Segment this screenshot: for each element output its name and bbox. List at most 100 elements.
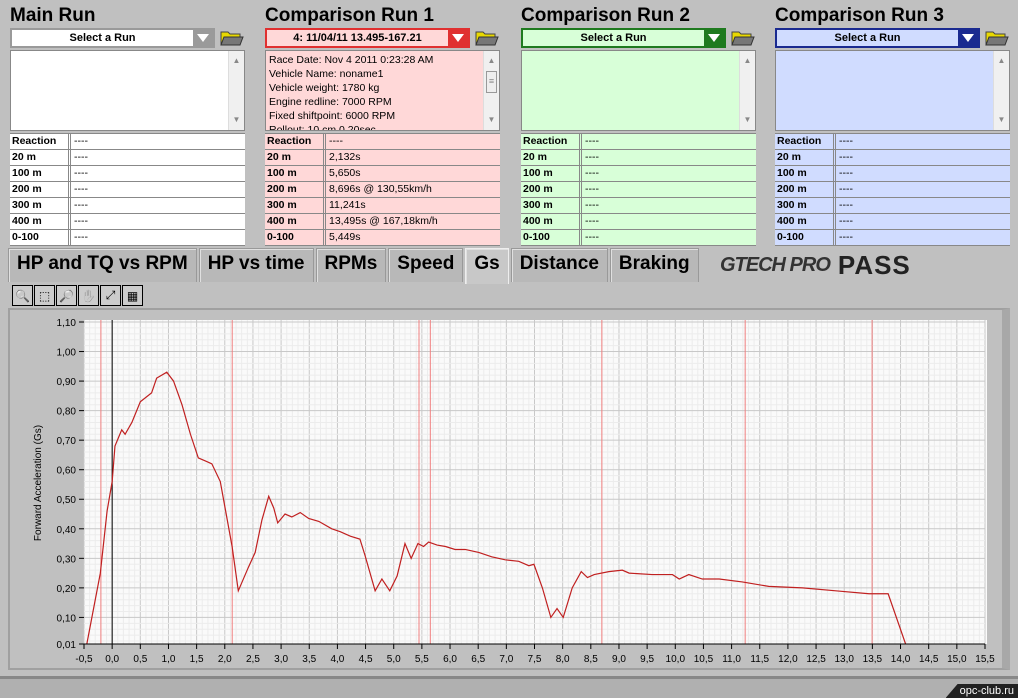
- y-tick-label: 0,50: [57, 495, 77, 506]
- run-select-dropdown[interactable]: 4: 11/04/11 13.495-167.21: [265, 28, 470, 48]
- scroll-thumb[interactable]: ≡: [486, 71, 497, 93]
- split-label: 200 m: [265, 182, 326, 197]
- x-tick-label: -0,5: [75, 654, 93, 665]
- x-tick-label: 9,0: [612, 654, 626, 665]
- run-select-value: Select a Run: [834, 32, 901, 44]
- tab-rpms[interactable]: RPMs: [315, 248, 387, 282]
- table-row: 200 m ----: [521, 182, 756, 198]
- grid-icon[interactable]: ▦: [122, 285, 143, 306]
- y-tick-label: 0,10: [57, 613, 77, 624]
- scrollbar[interactable]: ▲ ▼: [993, 51, 1009, 130]
- table-row: 20 m 2,132s: [265, 150, 500, 166]
- split-value: ----: [585, 215, 599, 227]
- scroll-down-icon[interactable]: ▼: [484, 113, 499, 127]
- x-tick-label: 14,0: [891, 654, 911, 665]
- run-info-box[interactable]: ▲ ▼: [775, 50, 1010, 131]
- table-row: 0-100 ----: [775, 230, 1010, 246]
- chevron-down-icon[interactable]: [448, 30, 468, 46]
- split-label: 100 m: [265, 166, 326, 181]
- x-tick-label: 11,5: [750, 654, 769, 665]
- table-row: 300 m ----: [10, 198, 245, 214]
- scrollbar[interactable]: ▲ ▼: [739, 51, 755, 130]
- split-value: ----: [585, 167, 599, 179]
- run-panel-1: Comparison Run 1 4: 11/04/11 13.495-167.…: [263, 0, 503, 247]
- pan-hand-icon[interactable]: ✋: [78, 285, 99, 306]
- split-label: 400 m: [521, 214, 582, 229]
- scroll-down-icon[interactable]: ▼: [740, 113, 755, 127]
- tab-gs[interactable]: Gs: [465, 248, 509, 284]
- table-row: 200 m 8,696s @ 130,55km/h: [265, 182, 500, 198]
- chevron-down-icon[interactable]: [958, 30, 978, 46]
- open-folder-icon[interactable]: [475, 30, 499, 46]
- run-select-value: Select a Run: [69, 32, 136, 44]
- table-row: 20 m ----: [775, 150, 1010, 166]
- tab-speed[interactable]: Speed: [388, 248, 464, 282]
- zoom-rect-icon[interactable]: ⬚: [34, 285, 55, 306]
- scroll-down-icon[interactable]: ▼: [994, 113, 1009, 127]
- open-folder-icon[interactable]: [985, 30, 1009, 46]
- tab-hp-and-tq-vs-rpm[interactable]: HP and TQ vs RPM: [8, 248, 197, 282]
- zoom-fit-icon[interactable]: ⤢: [100, 285, 121, 306]
- split-label: 300 m: [265, 198, 326, 213]
- split-value: ----: [585, 183, 599, 195]
- run-info-box[interactable]: ▲ ▼: [10, 50, 245, 131]
- split-value: ----: [74, 215, 88, 227]
- run-panel-2: Comparison Run 2 Select a Run ▲ ▼ Reactio…: [519, 0, 759, 247]
- panel-title: Comparison Run 3: [775, 5, 944, 26]
- split-label: 20 m: [10, 150, 71, 165]
- table-row: 20 m ----: [521, 150, 756, 166]
- chevron-down-icon[interactable]: [193, 30, 213, 46]
- y-tick-label: 0,30: [57, 554, 77, 565]
- zoom-in-icon[interactable]: 🔍: [12, 285, 33, 306]
- split-value: ----: [74, 199, 88, 211]
- scroll-up-icon[interactable]: ▲: [484, 54, 499, 68]
- run-select-dropdown[interactable]: Select a Run: [775, 28, 980, 48]
- x-tick-label: 3,5: [302, 654, 316, 665]
- x-tick-label: 7,5: [528, 654, 542, 665]
- table-row: 200 m ----: [775, 182, 1010, 198]
- chevron-down-icon[interactable]: [704, 30, 724, 46]
- x-tick-label: 10,0: [666, 654, 686, 665]
- table-row: 400 m ----: [521, 214, 756, 230]
- split-value: ----: [74, 167, 88, 179]
- split-label: 200 m: [521, 182, 582, 197]
- table-row: Reaction ----: [775, 134, 1010, 150]
- scroll-up-icon[interactable]: ▲: [229, 54, 244, 68]
- open-folder-icon[interactable]: [731, 30, 755, 46]
- split-label: 200 m: [775, 182, 836, 197]
- run-select-dropdown[interactable]: Select a Run: [521, 28, 726, 48]
- run-info-box[interactable]: ▲ ▼: [521, 50, 756, 131]
- split-label: 100 m: [775, 166, 836, 181]
- status-bar: opc-club.ru: [0, 676, 1018, 698]
- tab-distance[interactable]: Distance: [510, 248, 608, 282]
- tab-braking[interactable]: Braking: [609, 248, 699, 282]
- y-tick-label: 1,00: [57, 348, 77, 359]
- zoom-out-icon[interactable]: 🔎: [56, 285, 77, 306]
- tab-hp-vs-time[interactable]: HP vs time: [198, 248, 314, 282]
- run-info-line: Fixed shiftpoint: 6000 RPM: [269, 110, 396, 122]
- x-tick-label: 13,5: [863, 654, 883, 665]
- table-row: 100 m ----: [775, 166, 1010, 182]
- split-label: 400 m: [265, 214, 326, 229]
- table-row: 100 m ----: [10, 166, 245, 182]
- split-value: ----: [74, 151, 88, 163]
- run-panel-0: Main Run Select a Run ▲ ▼ Reaction ---- 20 …: [8, 0, 248, 247]
- x-tick-label: 0,5: [133, 654, 147, 665]
- split-label: 200 m: [10, 182, 71, 197]
- run-info-line: Engine redline: 7000 RPM: [269, 96, 392, 108]
- panel-title: Main Run: [10, 5, 96, 26]
- y-axis-label: Forward Acceleration (Gs): [33, 425, 44, 541]
- run-info-box[interactable]: Race Date: Nov 4 2011 0:23:28 AM Vehicle …: [265, 50, 500, 131]
- scroll-up-icon[interactable]: ▲: [994, 54, 1009, 68]
- scrollbar[interactable]: ▲ ▼: [228, 51, 244, 130]
- scroll-up-icon[interactable]: ▲: [740, 54, 755, 68]
- split-value: ----: [585, 151, 599, 163]
- scrollbar[interactable]: ▲ ≡ ▼: [483, 51, 499, 130]
- scroll-down-icon[interactable]: ▼: [229, 113, 244, 127]
- table-row: 300 m 11,241s: [265, 198, 500, 214]
- run-select-dropdown[interactable]: Select a Run: [10, 28, 215, 48]
- x-tick-label: 15,0: [947, 654, 967, 665]
- split-times-table: Reaction ---- 20 m ---- 100 m ---- 200 m ---- 30…: [775, 133, 1010, 246]
- split-value: ----: [74, 231, 88, 243]
- open-folder-icon[interactable]: [220, 30, 244, 46]
